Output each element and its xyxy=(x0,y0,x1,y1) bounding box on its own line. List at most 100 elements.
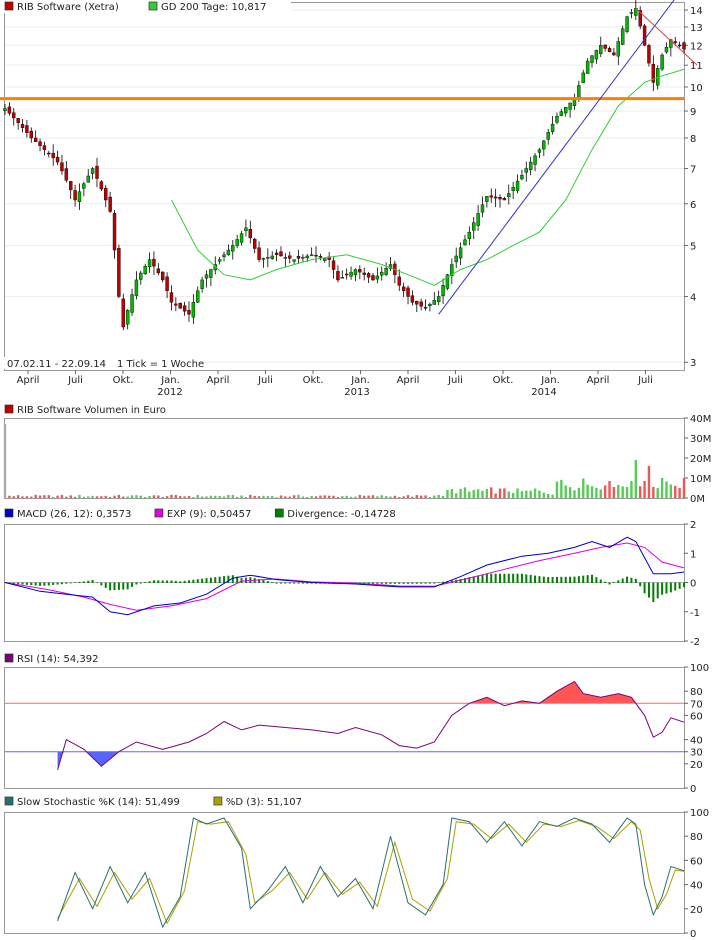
candle-body xyxy=(305,255,309,259)
divergence-bar xyxy=(437,582,440,583)
divergence-bar xyxy=(135,582,138,585)
volume-bar xyxy=(47,495,51,498)
volume-bar xyxy=(498,488,502,498)
candle-body xyxy=(7,106,12,114)
divergence-bar xyxy=(117,582,120,590)
volume-bar xyxy=(568,487,572,498)
rsi-overbought-fill xyxy=(57,681,684,704)
candle-body xyxy=(152,258,156,267)
divergence-bar xyxy=(218,576,221,583)
divergence-bar xyxy=(634,578,637,583)
x-tick-label: April xyxy=(397,375,420,386)
volume-bar xyxy=(577,487,581,498)
divergence-bar xyxy=(621,578,624,583)
volume-bar xyxy=(656,488,659,498)
candle-body xyxy=(77,191,82,202)
divergence-bar xyxy=(39,582,42,586)
divergence-bar xyxy=(109,582,112,591)
x-tick-label: Jan. xyxy=(540,375,560,386)
candle-body xyxy=(174,303,178,306)
volume-bar xyxy=(647,466,651,498)
volume-bar xyxy=(284,496,287,498)
volume-bar xyxy=(665,481,668,498)
candle-body xyxy=(99,181,104,190)
volume-bar xyxy=(406,495,410,498)
candle-body xyxy=(244,227,248,231)
rsi-axis-tick-label: 60 xyxy=(690,711,703,722)
volume-bar xyxy=(402,496,405,498)
rsi-axis-tick-label: 70 xyxy=(690,699,703,710)
divergence-bar xyxy=(122,582,125,590)
volume-bar xyxy=(384,496,388,498)
candle-body xyxy=(423,306,428,309)
rsi-line xyxy=(57,680,685,771)
candle-body xyxy=(29,130,33,139)
volume-bar xyxy=(253,495,256,498)
volume-bar xyxy=(674,485,677,498)
divergence-bar xyxy=(503,573,506,583)
candle-body xyxy=(47,152,51,155)
volume-bar xyxy=(3,424,7,498)
panel-frame xyxy=(4,667,685,789)
candle-body xyxy=(677,44,682,47)
divergence-bar xyxy=(569,576,572,583)
candle-body xyxy=(436,296,441,303)
candle-body xyxy=(467,231,472,239)
divergence-bar xyxy=(420,582,423,584)
macd-axis-tick-label: -2 xyxy=(690,637,700,648)
volume-bar xyxy=(148,496,151,498)
candle-body xyxy=(55,156,60,163)
volume-bar xyxy=(547,494,550,498)
divergence-bar xyxy=(656,582,659,599)
rsi-axis-tick-label: 80 xyxy=(690,687,703,698)
volume-bar xyxy=(152,495,156,498)
macd-legend-label-0: MACD (26, 12): 0,3573 xyxy=(17,509,131,520)
candle-body xyxy=(629,12,634,14)
volume-bar xyxy=(520,491,524,498)
divergence-bar xyxy=(411,582,414,584)
divergence-bar xyxy=(529,574,532,583)
divergence-bar xyxy=(126,582,129,590)
candle-body xyxy=(239,233,244,243)
divergence-bar xyxy=(104,582,107,588)
divergence-bar xyxy=(271,582,274,583)
panel-frame xyxy=(4,2,685,371)
divergence-bar xyxy=(428,582,431,584)
candle-body xyxy=(25,125,29,133)
candle-body xyxy=(397,276,401,286)
candle-body xyxy=(585,60,590,74)
divergence-bar xyxy=(293,582,296,584)
divergence-bar xyxy=(288,582,291,584)
volume-bar xyxy=(231,494,234,498)
divergence-bar xyxy=(60,582,63,585)
candle-body xyxy=(485,196,489,202)
divergence-bar xyxy=(494,573,497,583)
divergence-bar xyxy=(630,577,633,583)
divergence-bar xyxy=(284,582,287,584)
volume-bar xyxy=(555,481,559,498)
candle-body xyxy=(64,168,69,181)
stoch-legend-swatch-1 xyxy=(213,796,223,806)
volume-legend: RIB Software Volumen in Euro xyxy=(17,405,166,416)
volume-bar xyxy=(301,496,305,498)
macd-axis-tick-label: -1 xyxy=(690,608,700,619)
divergence-bar xyxy=(547,577,550,583)
divergence-bar xyxy=(183,580,186,583)
volume-bar xyxy=(187,496,191,498)
divergence-bar xyxy=(647,582,650,598)
volume-bar xyxy=(630,481,633,498)
candle-body xyxy=(252,238,257,249)
volume-bar xyxy=(621,486,624,498)
stoch-axis-tick-label: 60 xyxy=(690,856,703,867)
x-tick-label: Juli xyxy=(637,375,653,386)
divergence-bar xyxy=(389,582,392,584)
divergence-bar xyxy=(65,582,68,584)
divergence-bar xyxy=(87,580,90,583)
candle-body xyxy=(191,302,196,318)
year-label: 2014 xyxy=(531,387,556,398)
volume-bar xyxy=(437,494,440,498)
price-axis-tick-label: 7 xyxy=(690,165,696,176)
macd-legend-swatch-0 xyxy=(4,508,14,518)
candle-body xyxy=(340,277,345,279)
candle-body xyxy=(507,193,511,198)
